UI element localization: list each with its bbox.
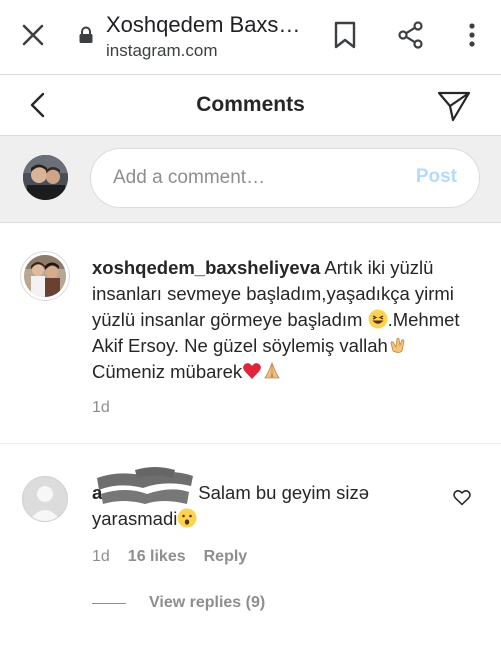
comment-meta: 1d 16 likes Reply bbox=[92, 548, 265, 566]
comment-item: a Salam bu geyim sizə yarasmadi 1d 16 like… bbox=[0, 444, 501, 650]
direct-message-icon[interactable] bbox=[436, 89, 472, 123]
page-url[interactable]: instagram.com bbox=[106, 41, 217, 61]
page-title: Xoshqedem Baxs… bbox=[106, 12, 301, 37]
username-redaction-scribble bbox=[97, 467, 193, 504]
clapping-hands-emoji-icon bbox=[390, 337, 405, 353]
red-heart-emoji-icon bbox=[243, 363, 262, 379]
commenter-avatar[interactable] bbox=[22, 476, 68, 522]
like-heart-icon[interactable] bbox=[453, 489, 471, 506]
caption-comment: xoshqedem_baxsheliyeva Artık iki yüzlü i… bbox=[0, 223, 501, 444]
reply-button[interactable]: Reply bbox=[204, 548, 248, 565]
likes-count[interactable]: 16 likes bbox=[128, 548, 186, 565]
comment-input[interactable] bbox=[113, 149, 403, 207]
caption-username[interactable]: xoshqedem_baxsheliyeva bbox=[92, 257, 320, 278]
caption-text-part3: Cümeniz mübarek bbox=[92, 361, 243, 382]
comments-header: Comments bbox=[0, 75, 501, 136]
comment-field: Post bbox=[90, 148, 480, 208]
my-avatar bbox=[23, 155, 68, 200]
comment-timestamp: 1d bbox=[92, 548, 110, 565]
hushed-face-emoji-icon bbox=[177, 508, 197, 528]
comments-title: Comments bbox=[196, 93, 305, 116]
browser-toolbar: Xoshqedem Baxs… instagram.com bbox=[0, 0, 501, 75]
add-comment-bar: Post bbox=[0, 136, 501, 223]
bookmark-icon[interactable] bbox=[333, 21, 357, 49]
close-icon[interactable] bbox=[20, 22, 46, 48]
folded-hands-emoji-icon bbox=[264, 361, 280, 379]
caption-avatar[interactable] bbox=[20, 251, 70, 301]
replies-divider bbox=[92, 603, 126, 604]
caption-text: xoshqedem_baxsheliyeva Artık iki yüzlü i… bbox=[92, 255, 482, 385]
lock-icon bbox=[79, 26, 93, 43]
post-button[interactable]: Post bbox=[416, 166, 457, 188]
laughing-emoji-icon bbox=[368, 309, 388, 329]
caption-timestamp: 1d bbox=[92, 399, 110, 416]
view-replies-button[interactable]: View replies (9) bbox=[149, 594, 265, 612]
share-icon[interactable] bbox=[397, 21, 425, 49]
more-options-icon[interactable] bbox=[462, 21, 482, 49]
